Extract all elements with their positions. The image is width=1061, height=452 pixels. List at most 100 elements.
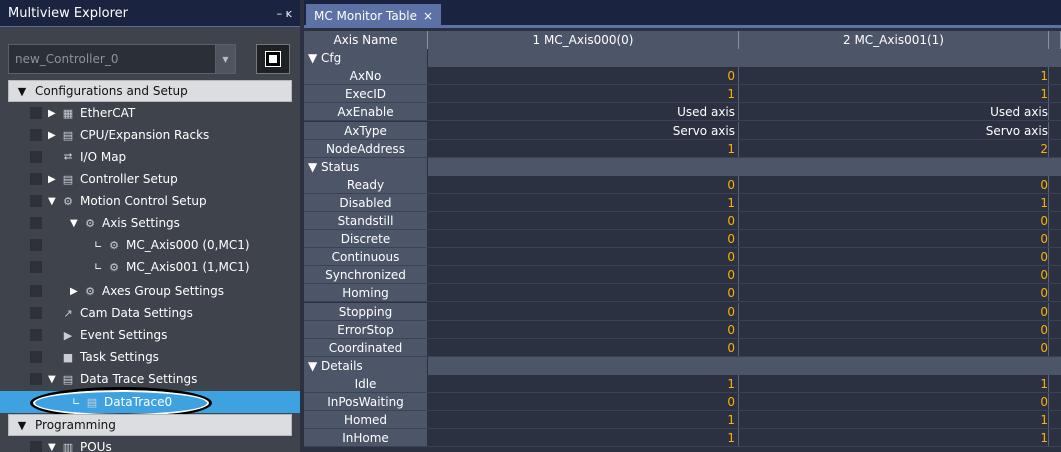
tree-item-data-trace-settings[interactable]: ▼ ▤ Data Trace Settings: [0, 368, 300, 390]
table-row[interactable]: Ready 0 0: [304, 175, 1061, 194]
axis001-value[interactable]: 0: [739, 212, 1049, 229]
close-icon[interactable]: ×: [423, 9, 433, 23]
collapse-arrow-icon[interactable]: ▼: [70, 218, 82, 229]
table-row[interactable]: ExecID 1 1: [304, 85, 1061, 104]
axis001-value[interactable]: 1: [739, 374, 1049, 392]
axis001-value[interactable]: 0: [739, 266, 1049, 284]
axis000-value[interactable]: 0: [428, 248, 739, 266]
tree-item-mc-axis000[interactable]: ∟ ⚙ MC_Axis000 (0,MC1): [0, 234, 300, 256]
axis000-value[interactable]: 1: [428, 374, 739, 392]
collapse-arrow-icon[interactable]: ▼: [48, 374, 60, 385]
pin-icon[interactable]: – ĸ: [277, 7, 292, 20]
table-row[interactable]: Discrete 0 0: [304, 230, 1061, 249]
table-row[interactable]: Homed 1 1: [304, 411, 1061, 430]
column-header[interactable]: Axis Name: [304, 31, 428, 49]
table-row[interactable]: Homing 0 0: [304, 284, 1061, 303]
tree-item-axes-group-settings[interactable]: ▶ ⚙ Axes Group Settings: [0, 280, 300, 302]
tree-item-ethercat[interactable]: ▶ ▦ EtherCAT: [0, 102, 300, 124]
controller-select[interactable]: new_Controller_0 ▼: [8, 44, 236, 74]
table-row[interactable]: Continuous 0 0: [304, 248, 1061, 267]
group-label[interactable]: ▼ Details: [304, 356, 428, 375]
table-row[interactable]: Disabled 1 1: [304, 193, 1061, 212]
collapse-arrow-icon[interactable]: ▼: [308, 160, 321, 174]
expand-arrow-icon[interactable]: ▶: [70, 286, 82, 297]
table-row[interactable]: AxEnable Used axis Used axis: [304, 103, 1061, 122]
axis001-value[interactable]: 2: [739, 139, 1049, 157]
axis001-value[interactable]: 0: [739, 302, 1049, 320]
tree-item-motion-control-setup[interactable]: ▼ ⚙ Motion Control Setup: [0, 190, 300, 212]
axis000-value[interactable]: 0: [428, 67, 739, 85]
table-row[interactable]: AxNo 0 1: [304, 67, 1061, 86]
section-programming[interactable]: ▼ Programming: [8, 414, 292, 436]
table-row[interactable]: Stopping 0 0: [304, 302, 1061, 321]
axis000-value[interactable]: 0: [428, 284, 739, 302]
table-row[interactable]: InPosWaiting 0 0: [304, 393, 1061, 411]
table-row[interactable]: Idle 1 1: [304, 374, 1061, 393]
axis000-value[interactable]: 0: [428, 175, 739, 193]
collapse-arrow-icon[interactable]: ▼: [308, 359, 321, 373]
group-label[interactable]: ▼ Cfg: [304, 49, 428, 68]
axis000-value[interactable]: 0: [428, 266, 739, 284]
chevron-down-icon[interactable]: ▼: [215, 45, 235, 73]
axis001-value[interactable]: 1: [739, 85, 1049, 103]
collapse-arrow-icon[interactable]: ▼: [308, 51, 321, 65]
axis000-value[interactable]: 0: [428, 393, 739, 410]
controller-status-icon[interactable]: [256, 44, 290, 74]
axis001-value[interactable]: Servo axis: [739, 121, 1049, 139]
axis001-value[interactable]: 1: [739, 67, 1049, 85]
table-row[interactable]: ErrorStop 0 0: [304, 320, 1061, 339]
axis000-value[interactable]: 1: [428, 411, 739, 429]
group-row[interactable]: ▼ Details: [304, 356, 1061, 375]
table-row[interactable]: InHome 1 1: [304, 429, 1061, 448]
axis000-value[interactable]: 0: [428, 302, 739, 320]
tree-item-event-settings[interactable]: ▶ Event Settings: [0, 324, 300, 346]
tree-item-axis-settings[interactable]: ▼ ⚙ Axis Settings: [0, 212, 300, 234]
table-row[interactable]: Standstill 0 0: [304, 212, 1061, 230]
tree-item-io-map[interactable]: ⮂ I/O Map: [0, 146, 300, 168]
expand-arrow-icon[interactable]: ▶: [48, 108, 60, 119]
collapse-arrow-icon[interactable]: ▼: [9, 85, 35, 98]
table-row[interactable]: Synchronized 0 0: [304, 266, 1061, 285]
axis000-value[interactable]: Used axis: [428, 103, 739, 121]
axis001-value[interactable]: 0: [739, 393, 1049, 410]
axis001-value[interactable]: 1: [739, 429, 1049, 447]
axis000-value[interactable]: 0: [428, 338, 739, 356]
axis000-value[interactable]: 0: [428, 212, 739, 229]
tree-item-cam-data-settings[interactable]: ↗ Cam Data Settings: [0, 302, 300, 324]
axis000-value[interactable]: 1: [428, 193, 739, 211]
tree-item-pous[interactable]: ▼ ▥ POUs: [0, 436, 300, 452]
expand-arrow-icon[interactable]: ▶: [48, 130, 60, 141]
axis001-value[interactable]: 0: [739, 284, 1049, 302]
tree-item-cpu-racks[interactable]: ▶ ▤ CPU/Expansion Racks: [0, 124, 300, 146]
collapse-arrow-icon[interactable]: ▼: [48, 196, 60, 207]
group-row[interactable]: ▼ Status: [304, 157, 1061, 176]
axis001-value[interactable]: 0: [739, 230, 1049, 248]
axis000-value[interactable]: 1: [428, 139, 739, 157]
collapse-arrow-icon[interactable]: ▼: [48, 442, 60, 452]
axis000-value[interactable]: 0: [428, 230, 739, 248]
column-header[interactable]: 1 MC_Axis000(0): [428, 31, 739, 49]
group-row[interactable]: ▼ Cfg: [304, 49, 1061, 68]
tree-item-task-settings[interactable]: ■ Task Settings: [0, 346, 300, 368]
collapse-arrow-icon[interactable]: ▼: [9, 419, 35, 432]
table-row[interactable]: Coordinated 0 0: [304, 338, 1061, 357]
axis000-value[interactable]: Servo axis: [428, 121, 739, 139]
axis000-value[interactable]: 0: [428, 320, 739, 338]
axis001-value[interactable]: 0: [739, 175, 1049, 193]
axis000-value[interactable]: 1: [428, 85, 739, 103]
tree-item-mc-axis001[interactable]: ∟ ⚙ MC_Axis001 (1,MC1): [0, 256, 300, 278]
tab-mc-monitor-table[interactable]: MC Monitor Table ×: [306, 4, 442, 28]
expand-arrow-icon[interactable]: ▶: [48, 174, 60, 185]
tree-item-controller-setup[interactable]: ▶ ▤ Controller Setup: [0, 168, 300, 190]
column-header[interactable]: 2 MC_Axis001(1): [739, 31, 1049, 49]
axis001-value[interactable]: 0: [739, 248, 1049, 266]
table-row[interactable]: AxType Servo axis Servo axis: [304, 121, 1061, 140]
axis001-value[interactable]: 0: [739, 338, 1049, 356]
section-configurations-setup[interactable]: ▼ Configurations and Setup: [8, 80, 292, 102]
group-label[interactable]: ▼ Status: [304, 157, 428, 176]
axis001-value[interactable]: 1: [739, 411, 1049, 429]
axis001-value[interactable]: 1: [739, 193, 1049, 211]
axis001-value[interactable]: Used axis: [739, 103, 1049, 121]
axis001-value[interactable]: 0: [739, 320, 1049, 338]
axis000-value[interactable]: 1: [428, 429, 739, 447]
